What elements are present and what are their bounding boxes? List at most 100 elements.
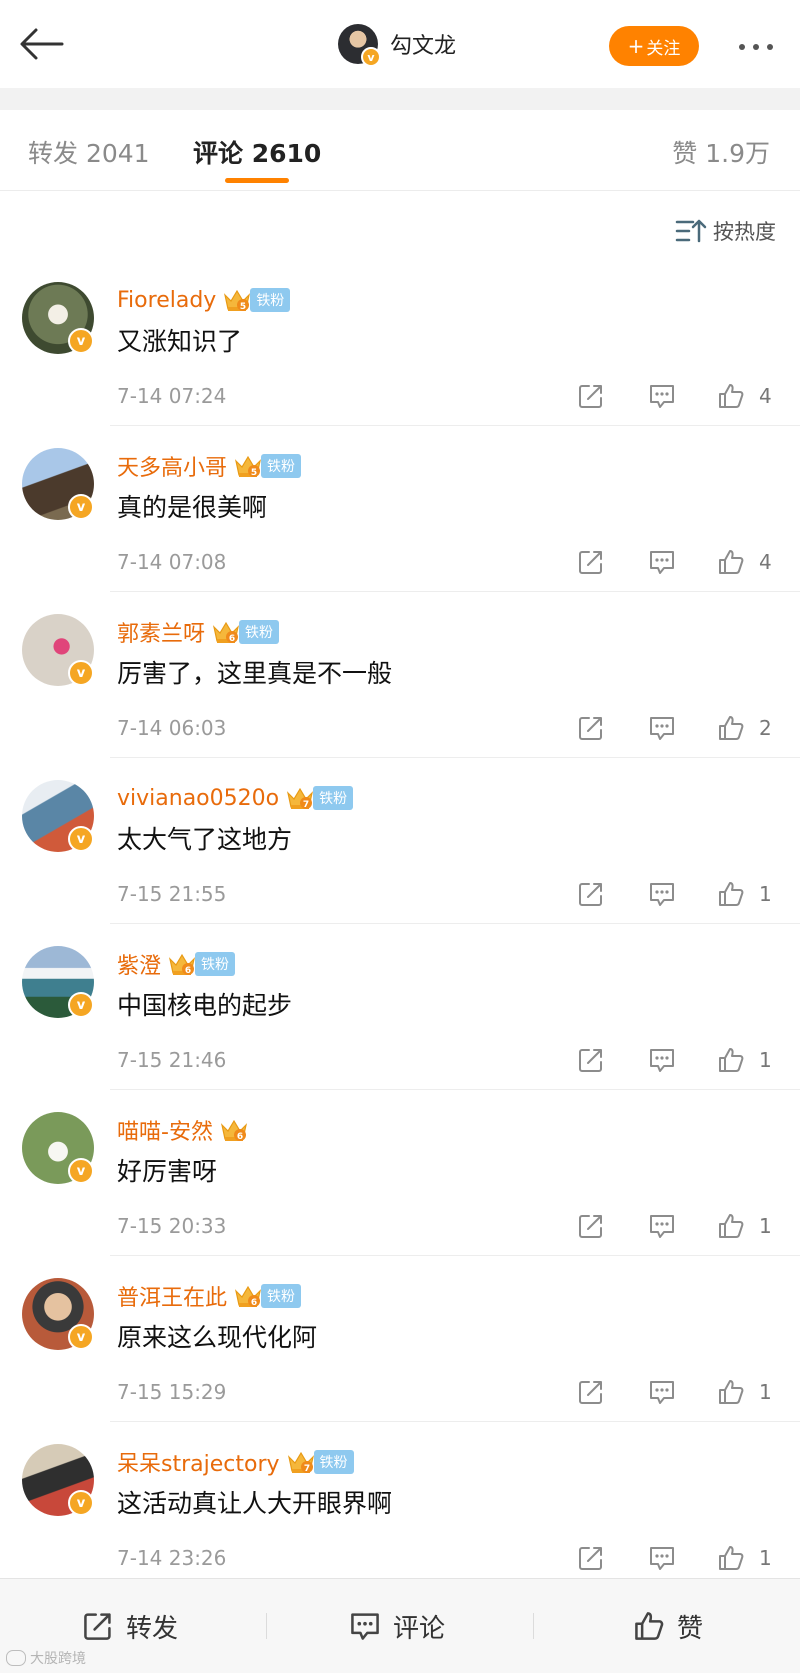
comment-meta: 7-14 07:24 4 — [117, 382, 777, 412]
tab-likes[interactable]: 赞 1.9万 — [672, 134, 770, 170]
top-nav-bar: v 勾文龙 + 关注 — [0, 0, 800, 88]
comment-item: v 呆呆strajectory 7 铁粉 这活动真让人大开眼界啊 7-14 23… — [0, 1422, 800, 1588]
comment-text: 原来这么现代化阿 — [117, 1323, 318, 1352]
svg-text:6: 6 — [237, 1132, 243, 1142]
repost-button[interactable]: 转发 — [82, 1579, 178, 1673]
share-icon[interactable] — [577, 548, 605, 576]
comment-meta: 7-14 23:26 1 — [117, 1544, 777, 1574]
name-row: 呆呆strajectory 7 铁粉 — [117, 1446, 354, 1478]
verified-badge-icon: v — [68, 992, 94, 1018]
comment-text: 好厉害呀 — [117, 1157, 218, 1186]
svg-text:5: 5 — [251, 468, 257, 478]
active-tab-indicator — [225, 178, 289, 183]
comment-timestamp: 7-15 21:55 — [117, 882, 227, 906]
verified-badge-icon: v — [68, 660, 94, 686]
sort-label: 按热度 — [713, 220, 776, 244]
more-options-icon[interactable] — [735, 36, 779, 56]
reply-comment-icon[interactable] — [648, 1046, 676, 1074]
commenter-avatar[interactable]: v — [22, 1278, 94, 1350]
share-icon[interactable] — [577, 382, 605, 410]
crown-level-icon: 7 — [287, 1451, 314, 1474]
commenter-avatar[interactable]: v — [22, 614, 94, 686]
share-icon[interactable] — [577, 1212, 605, 1240]
comment-item: v 天多高小哥 5 铁粉 真的是很美啊 7-14 07:08 4 — [0, 426, 800, 592]
post-author[interactable]: v 勾文龙 — [338, 22, 456, 67]
comment-timestamp: 7-15 15:29 — [117, 1380, 227, 1404]
share-icon[interactable] — [577, 1544, 605, 1572]
comment-item: v 郭素兰呀 6 铁粉 厉害了，这里真是不一般 7-14 06:03 2 — [0, 592, 800, 758]
commenter-avatar[interactable]: v — [22, 448, 94, 520]
comment-timestamp: 7-14 06:03 — [117, 716, 227, 740]
like-thumb-icon[interactable] — [717, 714, 745, 742]
comment-text: 太大气了这地方 — [117, 825, 293, 854]
reply-comment-icon[interactable] — [648, 1378, 676, 1406]
commenter-username[interactable]: 普洱王在此 — [117, 1280, 227, 1312]
back-arrow-icon[interactable] — [18, 26, 66, 62]
crown-level-icon: 5 — [224, 289, 251, 312]
comment-list: v Fiorelady 5 铁粉 又涨知识了 7-14 07:24 4 v 天多… — [0, 260, 800, 1588]
verified-badge-icon: v — [68, 826, 94, 852]
like-thumb-icon[interactable] — [717, 1378, 745, 1406]
like-thumb-icon[interactable] — [717, 1046, 745, 1074]
bottom-separator — [533, 1613, 534, 1639]
share-icon[interactable] — [577, 1046, 605, 1074]
like-count: 4 — [759, 384, 772, 408]
comment-item: v 紫澄 6 铁粉 中国核电的起步 7-15 21:46 1 — [0, 924, 800, 1090]
like-button[interactable]: 赞 — [633, 1579, 703, 1673]
commenter-avatar[interactable]: v — [22, 946, 94, 1018]
comment-timestamp: 7-15 21:46 — [117, 1048, 227, 1072]
like-thumb-icon[interactable] — [717, 548, 745, 576]
comment-timestamp: 7-15 20:33 — [117, 1214, 227, 1238]
comment-button[interactable]: 评论 — [349, 1579, 445, 1673]
follow-button[interactable]: + 关注 — [609, 26, 699, 66]
reply-comment-icon[interactable] — [648, 1212, 676, 1240]
section-divider — [0, 88, 800, 110]
like-thumb-icon[interactable] — [717, 1212, 745, 1240]
crown-level-icon: 6 — [220, 1119, 247, 1142]
share-icon[interactable] — [577, 714, 605, 742]
commenter-avatar[interactable]: v — [22, 1112, 94, 1184]
commenter-username[interactable]: 喵喵-安然 — [117, 1114, 213, 1146]
comment-label: 评论 — [393, 1613, 446, 1644]
comment-meta: 7-15 21:46 1 — [117, 1046, 777, 1076]
iron-fan-badge: 铁粉 — [261, 454, 302, 478]
name-row: vivianao0520o 7 铁粉 — [117, 782, 354, 814]
tab-comment[interactable]: 评论 2610 — [193, 134, 321, 170]
commenter-username[interactable]: 天多高小哥 — [117, 450, 227, 482]
reply-comment-icon[interactable] — [648, 880, 676, 908]
author-name[interactable]: 勾文龙 — [390, 28, 456, 60]
share-icon[interactable] — [577, 1378, 605, 1406]
comment-text: 中国核电的起步 — [117, 991, 293, 1020]
bottom-action-bar: 转发 评论 赞 — [0, 1578, 800, 1673]
reply-comment-icon[interactable] — [648, 382, 676, 410]
commenter-avatar[interactable]: v — [22, 1444, 94, 1516]
name-row: Fiorelady 5 铁粉 — [117, 284, 291, 316]
like-thumb-icon[interactable] — [717, 1544, 745, 1572]
commenter-username[interactable]: vivianao0520o — [117, 786, 279, 811]
like-thumb-icon[interactable] — [717, 880, 745, 908]
name-row: 喵喵-安然 6 — [117, 1114, 249, 1146]
tab-repost[interactable]: 转发 2041 — [28, 134, 150, 170]
author-avatar[interactable]: v — [338, 24, 381, 67]
comment-icon — [351, 1613, 379, 1640]
commenter-username[interactable]: Fiorelady — [117, 288, 216, 313]
commenter-avatar[interactable]: v — [22, 780, 94, 852]
commenter-username[interactable]: 紫澄 — [117, 948, 161, 980]
name-row: 紫澄 6 铁粉 — [117, 948, 236, 980]
iron-fan-badge: 铁粉 — [313, 1450, 354, 1474]
commenter-username[interactable]: 呆呆strajectory — [117, 1446, 280, 1478]
comment-timestamp: 7-14 23:26 — [117, 1546, 227, 1570]
follow-label: 关注 — [646, 38, 681, 59]
share-icon[interactable] — [577, 880, 605, 908]
commenter-username[interactable]: 郭素兰呀 — [117, 616, 205, 648]
like-thumb-icon[interactable] — [717, 382, 745, 410]
like-icon — [635, 1612, 664, 1640]
verified-badge-icon: v — [68, 1158, 94, 1184]
crown-level-icon: 5 — [235, 455, 262, 478]
commenter-avatar[interactable]: v — [22, 282, 94, 354]
reply-comment-icon[interactable] — [648, 1544, 676, 1572]
sort-by-hotness-button[interactable]: 按热度 — [675, 214, 776, 248]
like-label: 赞 — [677, 1613, 704, 1644]
reply-comment-icon[interactable] — [648, 548, 676, 576]
reply-comment-icon[interactable] — [648, 714, 676, 742]
